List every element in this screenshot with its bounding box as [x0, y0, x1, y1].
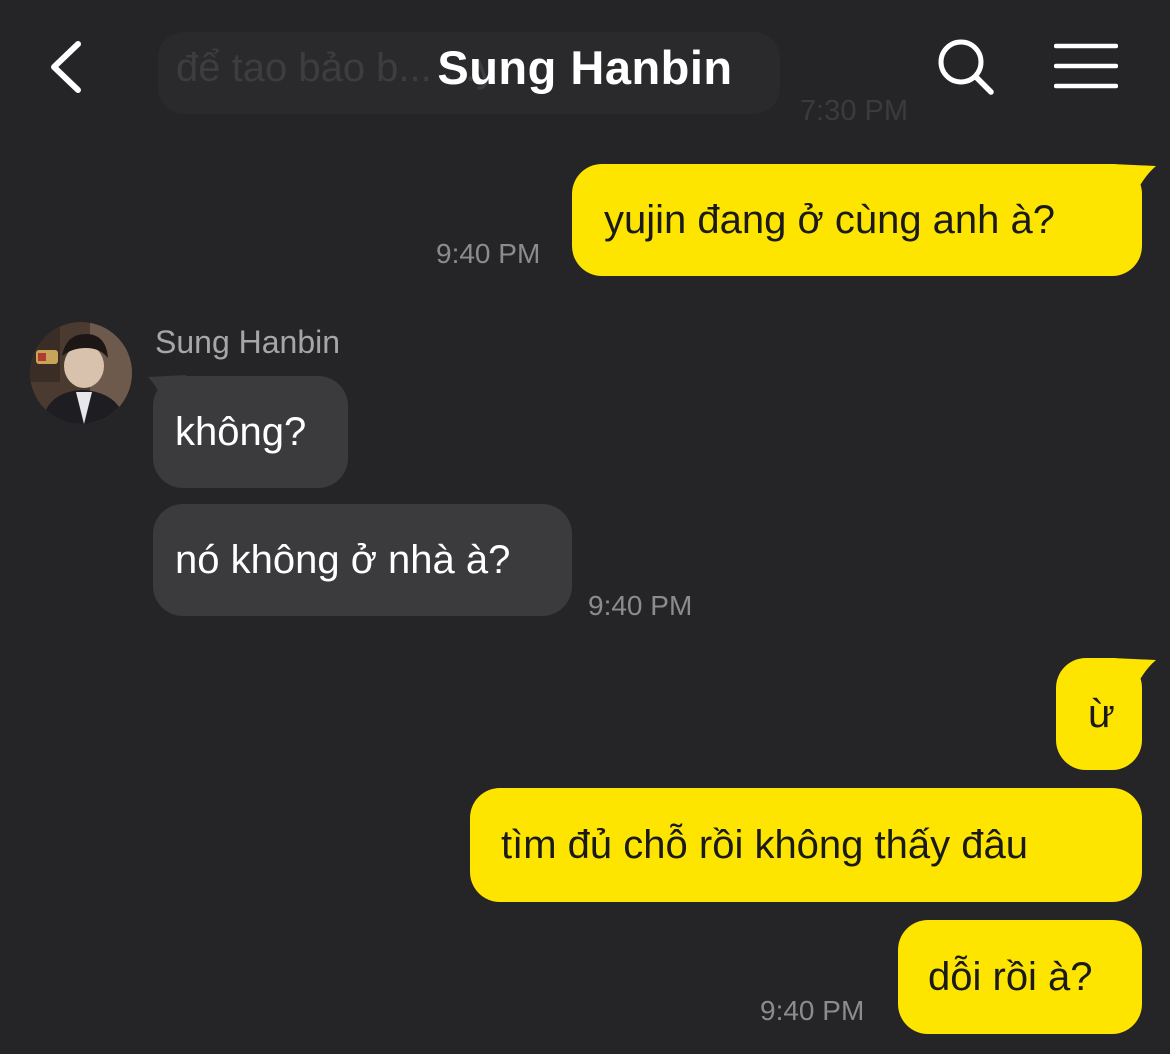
- chat-header: để tao bảo b... ...y 7:30 PM Sung Hanbin: [0, 0, 1170, 135]
- message-text: nó không ở nhà à?: [175, 537, 511, 582]
- message-timestamp: 9:40 PM: [588, 590, 693, 621]
- search-icon: [938, 39, 994, 95]
- search-button[interactable]: [935, 36, 997, 98]
- outgoing-message-bubble[interactable]: dỗi rồi à?: [898, 920, 1142, 1034]
- outgoing-message-bubble[interactable]: tìm đủ chỗ rồi không thấy đâu: [470, 788, 1142, 902]
- avatar-photo: [30, 322, 132, 424]
- incoming-message-bubble[interactable]: không?: [153, 376, 348, 488]
- outgoing-message-bubble[interactable]: yujin đang ở cùng anh à?: [572, 164, 1142, 276]
- message-timestamp: 9:40 PM: [436, 238, 541, 269]
- message-text: yujin đang ở cùng anh à?: [604, 197, 1056, 242]
- message-text: dỗi rồi à?: [928, 954, 1093, 999]
- menu-button[interactable]: [1053, 42, 1119, 90]
- message-text: tìm đủ chỗ rồi không thấy đâu: [501, 822, 1028, 867]
- message-text: ừ: [1088, 691, 1115, 736]
- hamburger-menu-icon: [1053, 43, 1119, 89]
- scrolled-message-time: 7:30 PM: [800, 95, 908, 127]
- message-timestamp: 9:40 PM: [760, 995, 865, 1026]
- chat-screen: để tao bảo b... ...y 7:30 PM Sung Hanbin…: [0, 0, 1170, 1054]
- message-text: không?: [175, 409, 307, 454]
- outgoing-message-bubble[interactable]: ừ: [1056, 658, 1142, 770]
- contact-avatar[interactable]: [30, 322, 132, 424]
- sender-name: Sung Hanbin: [155, 324, 341, 360]
- incoming-message-bubble[interactable]: nó không ở nhà à?: [153, 504, 572, 616]
